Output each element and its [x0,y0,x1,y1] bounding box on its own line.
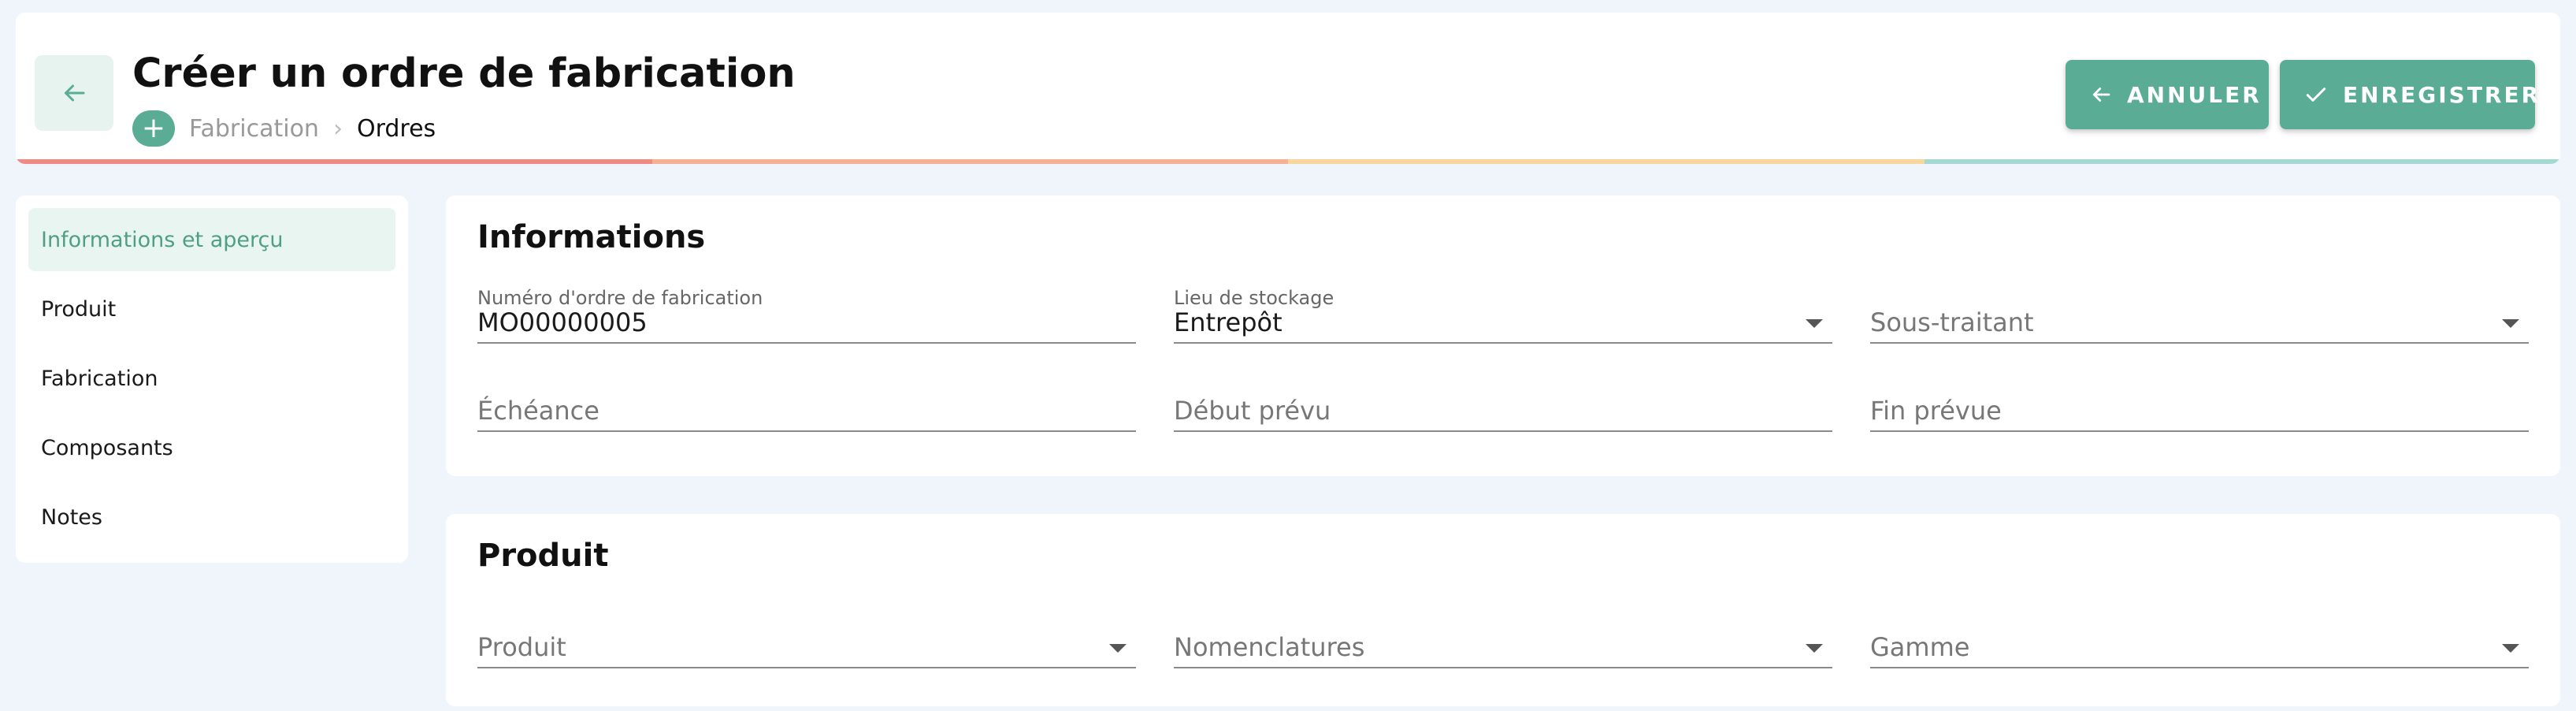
back-button[interactable] [35,55,113,131]
accent-segment [651,159,1288,164]
sidebar-item-label: Informations et aperçu [41,227,284,252]
arrow-left-icon [2089,80,2113,109]
sidebar-item-label: Produit [41,296,117,322]
sidebar-item-composants[interactable]: Composants [28,416,395,479]
accent-segment [1288,159,1925,164]
plus-icon[interactable]: + [132,110,175,147]
breadcrumb: + Fabrication › Ordres [132,109,436,148]
bom-placeholder: Nomenclatures [1174,632,1365,662]
field-label: Lieu de stockage [1174,287,1334,309]
save-button[interactable]: ENREGISTRER [2280,60,2538,129]
section-title: Informations [477,219,706,255]
cancel-button-label: ANNULER [2127,81,2262,108]
produit-card: Produit Produit Nomenclatures Gamme [446,514,2560,706]
routing-select[interactable]: Gamme [1870,612,2529,668]
subcontractor-placeholder: Sous-traitant [1870,307,2034,337]
due-date-field[interactable]: Échéance [477,375,1136,432]
sidebar-item-notes[interactable]: Notes [28,486,395,549]
chevron-right-icon: › [332,114,343,143]
sidebar-item-produit[interactable]: Produit [28,277,395,341]
caret-down-icon[interactable] [1109,644,1127,653]
planned-end-field[interactable]: Fin prévue [1870,375,2529,432]
product-placeholder: Produit [477,632,566,662]
check-icon [2303,80,2329,109]
section-nav: Informations et aperçu Produit Fabricati… [16,195,408,563]
caret-down-icon[interactable] [1806,644,1823,653]
informations-card: Informations Numéro d'ordre de fabricati… [446,195,2560,476]
bom-select[interactable]: Nomenclatures [1174,612,1832,668]
sidebar-item-label: Notes [41,504,102,530]
section-title: Produit [477,538,609,574]
page-title: Créer un ordre de fabrication [132,50,796,97]
planned-start-placeholder: Début prévu [1174,396,1331,426]
order-number-value[interactable]: MO00000005 [477,307,1076,337]
sidebar-item-label: Composants [41,435,173,460]
breadcrumb-fabrication[interactable]: Fabrication [189,115,319,143]
due-date-placeholder: Échéance [477,396,599,426]
caret-down-icon[interactable] [2502,644,2519,653]
product-select[interactable]: Produit [477,612,1136,668]
sidebar-item-fabrication[interactable]: Fabrication [28,347,395,410]
routing-placeholder: Gamme [1870,632,1970,662]
save-button-label: ENREGISTRER [2343,81,2541,108]
caret-down-icon[interactable] [1806,319,1823,328]
storage-location-select[interactable]: Lieu de stockage Entrepôt [1174,287,1832,344]
accent-bar [16,159,2560,164]
sidebar-item-informations[interactable]: Informations et aperçu [28,208,395,271]
arrow-left-icon [65,84,85,102]
planned-start-field[interactable]: Début prévu [1174,375,1832,432]
subcontractor-select[interactable]: Sous-traitant [1870,287,2529,344]
breadcrumb-ordres: Ordres [356,114,436,143]
sidebar-item-label: Fabrication [41,366,158,391]
accent-segment [16,159,652,164]
planned-end-placeholder: Fin prévue [1870,396,2002,426]
cancel-button[interactable]: ANNULER [2066,60,2269,129]
caret-down-icon[interactable] [2502,319,2519,328]
storage-location-value[interactable]: Entrepôt [1174,307,1772,337]
accent-segment [1924,159,2560,164]
order-number-field[interactable]: Numéro d'ordre de fabrication MO00000005 [477,287,1136,344]
field-label: Numéro d'ordre de fabrication [477,287,763,309]
page-header: Créer un ordre de fabrication + Fabricat… [16,13,2560,164]
